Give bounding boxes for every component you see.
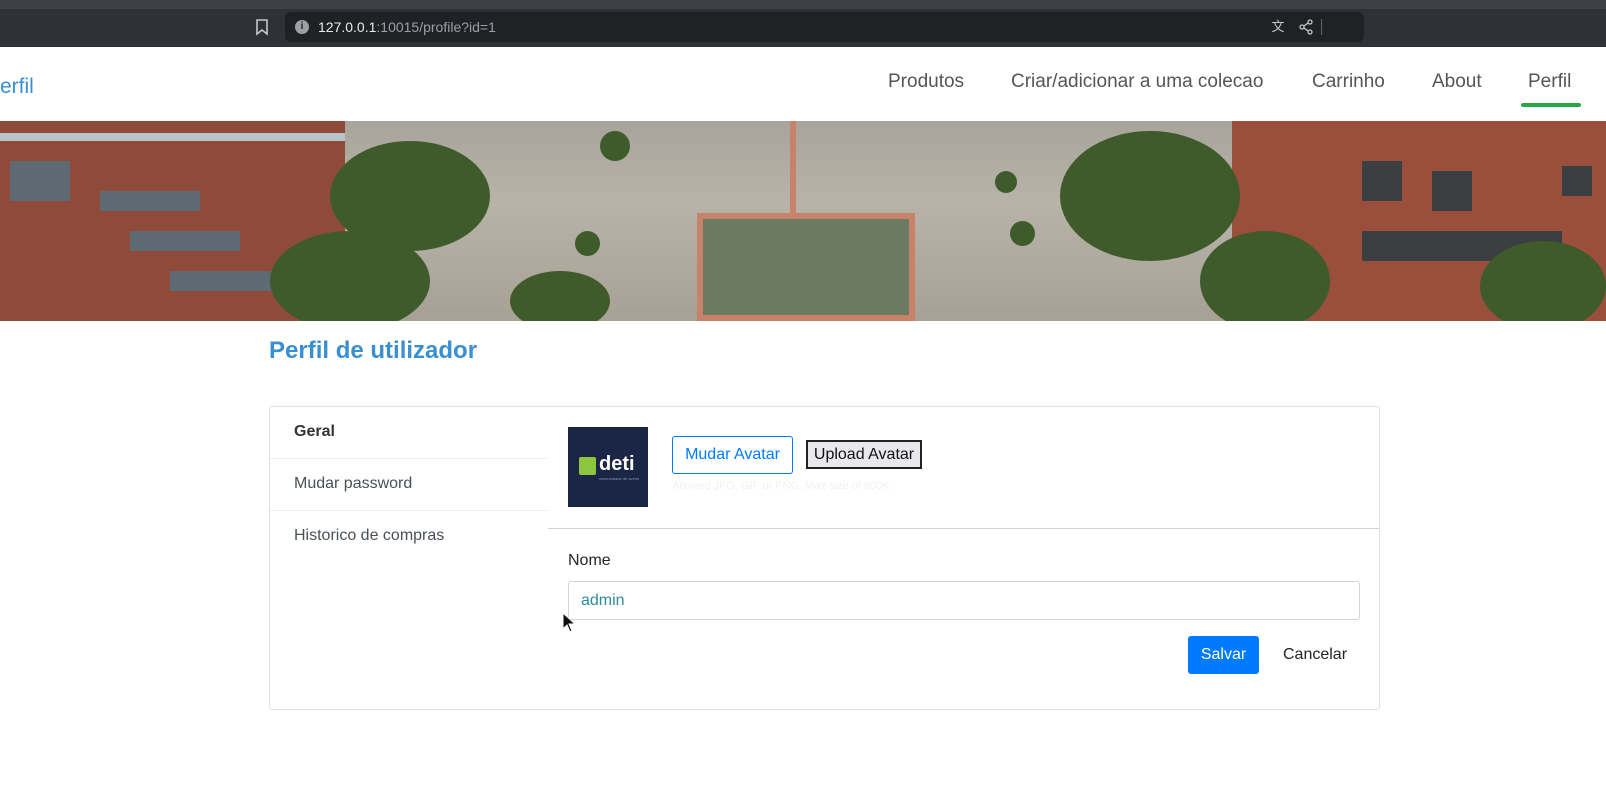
nav-item-about[interactable]: About bbox=[1432, 71, 1482, 93]
section-divider bbox=[548, 528, 1379, 529]
hero-tree bbox=[600, 131, 630, 161]
hero-tree bbox=[575, 231, 600, 256]
brand-link[interactable]: erfil bbox=[0, 75, 34, 99]
address-bar[interactable]: i 127.0.0.1:10015/profile?id=1 文 bbox=[285, 12, 1364, 42]
sidebar-item-geral[interactable]: Geral bbox=[270, 407, 548, 459]
profile-card: Geral Mudar password Historico de compra… bbox=[269, 406, 1380, 710]
cancel-button[interactable]: Cancelar bbox=[1271, 636, 1359, 674]
browser-chrome: i 127.0.0.1:10015/profile?id=1 文 bbox=[0, 0, 1606, 47]
page-title: Perfil de utilizador bbox=[269, 337, 478, 364]
bookmark-icon[interactable] bbox=[254, 18, 270, 36]
save-button[interactable]: Salvar bbox=[1188, 636, 1259, 674]
share-icon[interactable] bbox=[1297, 18, 1315, 36]
hero-tree bbox=[1200, 231, 1330, 321]
hero-tree bbox=[995, 171, 1017, 193]
site-navbar: erfil Produtos Criar/adicionar a uma col… bbox=[0, 47, 1606, 121]
nav-active-indicator bbox=[1521, 103, 1581, 107]
hero-tree bbox=[1480, 241, 1606, 321]
name-input[interactable] bbox=[568, 581, 1360, 620]
nav-item-perfil[interactable]: Perfil bbox=[1528, 71, 1571, 93]
hero-fountain-pool bbox=[697, 213, 915, 321]
hero-tree bbox=[1060, 131, 1240, 261]
avatar-hint: Allowed JPG, GIF or PNG. Max size of 800… bbox=[672, 480, 890, 492]
sidebar-item-mudar-password[interactable]: Mudar password bbox=[270, 459, 548, 511]
translate-icon[interactable]: 文 bbox=[1269, 18, 1287, 36]
hero-path bbox=[790, 121, 796, 213]
avatar-logo-subtitle: universidade de aveiro bbox=[599, 476, 640, 481]
deti-logo-icon bbox=[579, 457, 596, 475]
upload-avatar-button[interactable]: Upload Avatar bbox=[806, 440, 922, 469]
url-host: 127.0.0.1 bbox=[318, 19, 377, 35]
toolbar-separator bbox=[1321, 19, 1322, 35]
hero-campus-image bbox=[0, 121, 1606, 321]
tab-strip bbox=[0, 0, 1606, 9]
avatar: deti universidade de aveiro bbox=[568, 427, 648, 507]
avatar-logo-text: deti bbox=[599, 453, 635, 475]
sidebar-item-historico-compras[interactable]: Historico de compras bbox=[270, 511, 548, 563]
nav-item-produtos[interactable]: Produtos bbox=[888, 71, 964, 93]
nav-item-carrinho[interactable]: Carrinho bbox=[1312, 71, 1385, 93]
site-info-icon[interactable]: i bbox=[295, 20, 309, 34]
change-avatar-button[interactable]: Mudar Avatar bbox=[672, 436, 793, 474]
hero-tree bbox=[1010, 221, 1035, 246]
mouse-cursor-icon bbox=[562, 612, 576, 633]
url-path: :10015/profile?id=1 bbox=[376, 19, 496, 35]
hero-tree bbox=[510, 271, 610, 321]
name-label: Nome bbox=[568, 552, 611, 569]
url-text[interactable]: 127.0.0.1:10015/profile?id=1 bbox=[318, 19, 496, 35]
nav-item-criar-colecao[interactable]: Criar/adicionar a uma colecao bbox=[1011, 71, 1263, 93]
hero-tree bbox=[270, 231, 430, 321]
